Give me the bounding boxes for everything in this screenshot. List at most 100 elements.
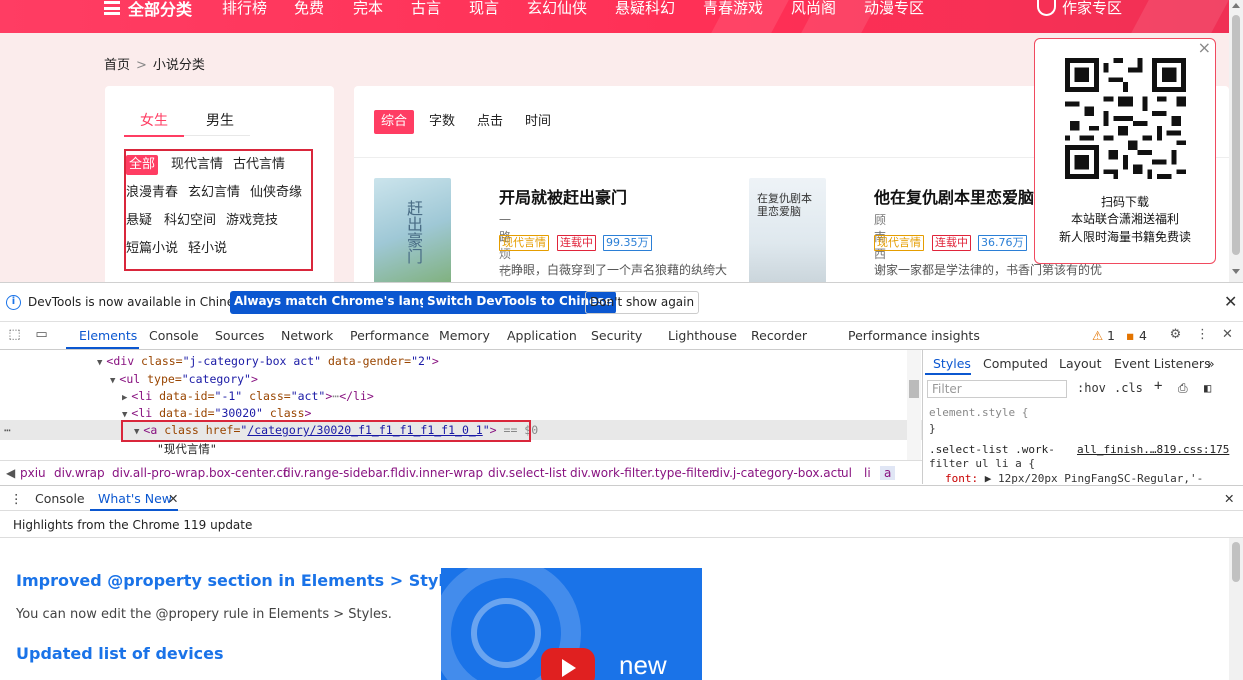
- category-item[interactable]: 科幻空间: [164, 211, 216, 231]
- tab-console[interactable]: Console: [149, 328, 199, 343]
- crumb[interactable]: div.wrap: [54, 466, 105, 480]
- whats-new-video-thumbnail[interactable]: new: [441, 568, 702, 680]
- tab-female[interactable]: 女生: [140, 110, 168, 130]
- author-zone-link[interactable]: 作家专区: [1037, 0, 1122, 16]
- nav-item-modern[interactable]: 现言: [469, 0, 499, 16]
- device-toolbar-icon[interactable]: ▭: [34, 327, 49, 342]
- sort-word-count[interactable]: 字数: [429, 110, 455, 134]
- dont-show-again-button[interactable]: Don't show again: [585, 291, 700, 314]
- crumb[interactable]: div.all-pro-wrap.box-center.cf: [112, 466, 287, 480]
- tab-styles[interactable]: Styles: [933, 356, 971, 371]
- close-drawer-icon[interactable]: ✕: [1224, 491, 1234, 506]
- more-options-icon[interactable]: ⋮: [1195, 327, 1210, 342]
- category-item[interactable]: 现代言情: [171, 155, 223, 175]
- tab-recorder[interactable]: Recorder: [751, 328, 807, 343]
- crumb[interactable]: div.range-sidebar.fl: [283, 466, 398, 480]
- nav-item-fashion[interactable]: 风尚阁: [791, 0, 836, 16]
- tab-lighthouse[interactable]: Lighthouse: [668, 328, 737, 343]
- elements-scrollbar[interactable]: [907, 350, 921, 460]
- category-item[interactable]: 古代言情: [233, 155, 285, 175]
- tab-computed[interactable]: Computed: [983, 356, 1048, 371]
- close-icon[interactable]: ✕: [1224, 292, 1237, 311]
- breadcrumb-home[interactable]: 首页: [104, 58, 130, 73]
- issue-count[interactable]: 4: [1139, 328, 1147, 343]
- tab-network[interactable]: Network: [281, 328, 333, 343]
- nav-item-youth[interactable]: 青春游戏: [703, 0, 763, 16]
- category-item[interactable]: 游戏竞技: [226, 211, 278, 231]
- add-rule-icon[interactable]: +: [1154, 378, 1162, 394]
- close-icon[interactable]: ×: [1198, 38, 1211, 57]
- sort-time[interactable]: 时间: [525, 110, 551, 134]
- nav-item-ancient[interactable]: 古言: [411, 0, 441, 16]
- category-item[interactable]: 短篇小说: [126, 239, 178, 259]
- styles-filter-input[interactable]: Filter: [927, 380, 1067, 398]
- book-title[interactable]: 开局就被赶出豪门: [499, 184, 627, 208]
- issues-icon[interactable]: ▪: [1126, 328, 1134, 343]
- tab-application[interactable]: Application: [507, 328, 577, 343]
- book-cover[interactable]: 在复仇剧本里恋爱脑: [749, 178, 826, 282]
- book-cover[interactable]: 赶出豪门: [374, 178, 451, 282]
- warning-icon[interactable]: ⚠: [1092, 328, 1103, 343]
- crumbs-scroll-left-icon[interactable]: ◀: [6, 466, 15, 480]
- drawer-tab-whats-new[interactable]: What's New: [98, 491, 172, 506]
- nav-item-rank[interactable]: 排行榜: [222, 0, 267, 16]
- drawer-menu-icon[interactable]: ⋮: [10, 491, 23, 506]
- category-item[interactable]: 悬疑: [126, 211, 152, 231]
- play-icon[interactable]: [541, 648, 595, 680]
- tab-male[interactable]: 男生: [206, 110, 234, 130]
- more-tabs-icon[interactable]: »: [1207, 356, 1215, 371]
- settings-gear-icon[interactable]: ⚙: [1168, 327, 1183, 342]
- scroll-up-icon[interactable]: [1232, 3, 1240, 8]
- sort-clicks[interactable]: 点击: [477, 110, 503, 134]
- crumb[interactable]: li: [864, 466, 871, 480]
- dom-node-li[interactable]: ▶ <li data-id="-1" class="act">⋯</li>: [122, 389, 374, 403]
- tab-performance[interactable]: Performance: [350, 328, 429, 343]
- nav-item-finished[interactable]: 完本: [353, 0, 383, 16]
- tab-elements[interactable]: Elements: [79, 328, 137, 343]
- category-item[interactable]: 浪漫青春: [126, 183, 178, 203]
- page-scrollbar[interactable]: [1229, 0, 1243, 282]
- scrollbar-thumb[interactable]: [1232, 15, 1240, 255]
- nav-item-anime[interactable]: 动漫专区: [864, 0, 924, 16]
- css-declaration[interactable]: font: ▶ 12px/20px PingFangSC-Regular,'-: [945, 472, 1203, 485]
- sort-comprehensive[interactable]: 综合: [374, 110, 415, 134]
- category-item[interactable]: 仙侠奇缘: [250, 183, 302, 203]
- css-rule-selector[interactable]: .select-list .work-all_finish.…819.css:1…: [929, 443, 1239, 456]
- all-categories-menu[interactable]: 全部分类: [104, 0, 192, 20]
- category-item[interactable]: 玄幻言情: [188, 183, 240, 203]
- tab-sources[interactable]: Sources: [215, 328, 264, 343]
- scroll-down-icon[interactable]: [1232, 269, 1240, 274]
- tab-security[interactable]: Security: [591, 328, 642, 343]
- tab-performance-insights[interactable]: Performance insights: [848, 328, 980, 343]
- dom-node-div[interactable]: ▼ <div class="j-category-box act" data-ge…: [97, 354, 439, 368]
- hover-state-toggle[interactable]: :hov: [1077, 381, 1106, 395]
- element-style-rule[interactable]: element.style {: [929, 406, 1028, 419]
- close-devtools-icon[interactable]: ✕: [1220, 327, 1235, 342]
- inspect-element-icon[interactable]: ⬚: [7, 327, 22, 342]
- tab-layout[interactable]: Layout: [1059, 356, 1102, 371]
- crumb[interactable]: ul: [841, 466, 852, 480]
- close-tab-icon[interactable]: ✕: [168, 491, 178, 506]
- dom-node-li[interactable]: ▼ <li data-id="30020" class>: [122, 406, 311, 420]
- feature-heading-property[interactable]: Improved @property section in Elements >…: [16, 571, 464, 590]
- crumb[interactable]: div.inner-wrap: [398, 466, 483, 480]
- drawer-tab-console[interactable]: Console: [35, 491, 85, 506]
- tab-event-listeners[interactable]: Event Listeners: [1114, 356, 1211, 371]
- category-all[interactable]: 全部: [126, 155, 159, 175]
- css-source-link[interactable]: all_finish.…819.css:175: [1077, 443, 1229, 456]
- dom-text-node[interactable]: "现代言情": [157, 441, 217, 457]
- nav-item-mystery[interactable]: 悬疑科幻: [615, 0, 675, 16]
- nav-item-free[interactable]: 免费: [294, 0, 324, 16]
- sidebar-toggle-icon[interactable]: ◧: [1204, 381, 1211, 395]
- crumb-selected[interactable]: a: [880, 466, 896, 480]
- crumb[interactable]: div.select-list: [488, 466, 567, 480]
- whats-new-scrollbar[interactable]: [1229, 538, 1243, 680]
- crumb[interactable]: div.work-filter.type-filter: [570, 466, 714, 480]
- tab-memory[interactable]: Memory: [439, 328, 490, 343]
- class-toggle[interactable]: .cls: [1114, 381, 1143, 395]
- format-icon[interactable]: ⎙: [1178, 381, 1188, 396]
- node-actions-icon[interactable]: ⋯: [4, 423, 11, 437]
- crumb[interactable]: div.j-category-box.act: [712, 466, 842, 480]
- dom-node-ul[interactable]: ▼ <ul type="category">: [110, 372, 258, 386]
- nav-item-fantasy[interactable]: 玄幻仙侠: [527, 0, 587, 16]
